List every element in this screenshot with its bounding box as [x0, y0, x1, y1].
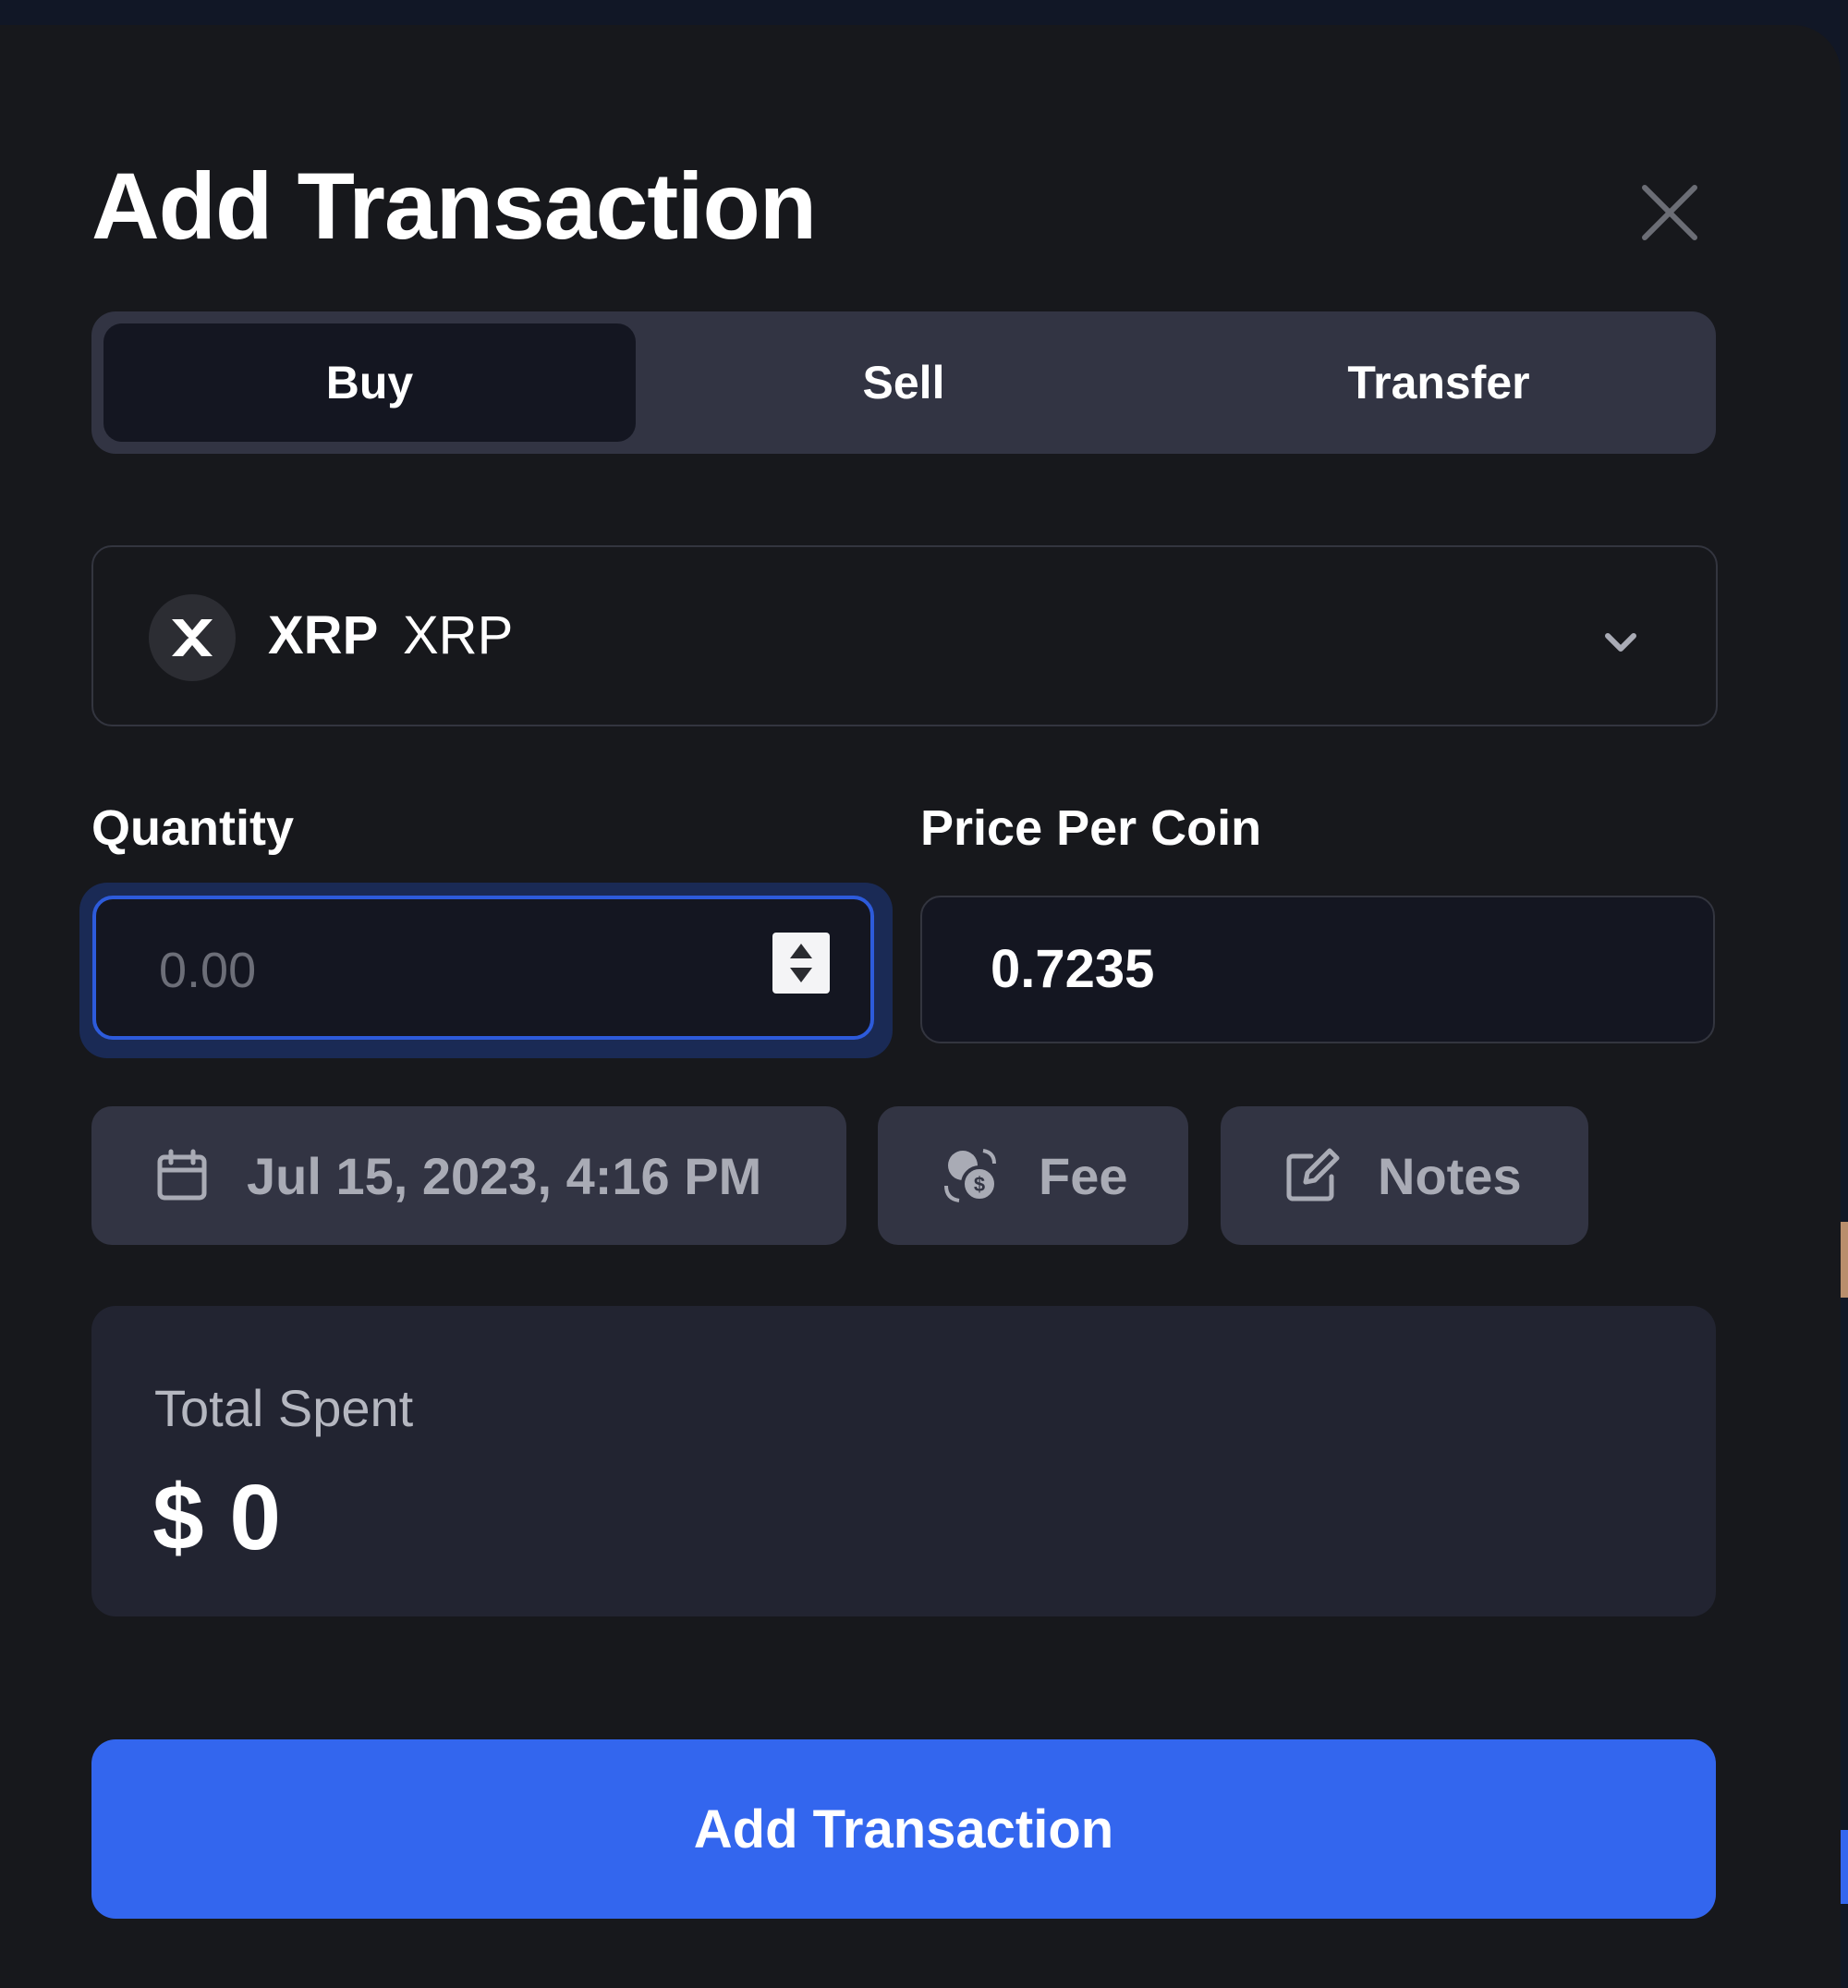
coin-select-dropdown[interactable]: XRP XRP — [91, 545, 1718, 726]
fee-button[interactable]: $ Fee — [878, 1106, 1188, 1245]
chevron-down-icon — [1605, 633, 1636, 652]
close-button[interactable] — [1637, 180, 1702, 245]
price-per-coin-value: 0.7235 — [991, 939, 1155, 999]
modal-title: Add Transaction — [91, 153, 817, 259]
close-icon — [1642, 185, 1697, 240]
stepper-arrows-icon — [790, 944, 812, 982]
quantity-stepper[interactable] — [772, 933, 830, 994]
add-transaction-button[interactable]: Add Transaction — [91, 1739, 1716, 1919]
quantity-label: Quantity — [91, 800, 295, 856]
coin-symbol: XRP — [268, 605, 379, 665]
fee-label: Fee — [1039, 1146, 1128, 1205]
price-per-coin-label: Price Per Coin — [920, 800, 1262, 856]
quantity-placeholder: 0.00 — [159, 943, 257, 998]
quantity-input[interactable]: 0.00 — [92, 896, 874, 1040]
total-spent-label: Total Spent — [154, 1379, 414, 1437]
date-label: Jul 15, 2023, 4:16 PM — [247, 1146, 762, 1205]
svg-text:$: $ — [974, 1173, 985, 1196]
tab-transfer[interactable]: Transfer — [1173, 323, 1705, 442]
quantity-focus-ring: 0.00 — [79, 883, 893, 1058]
price-per-coin-input[interactable]: 0.7235 — [920, 896, 1715, 1043]
coin-name: XRP — [403, 605, 514, 665]
tab-sell[interactable]: Sell — [638, 323, 1170, 442]
notes-button[interactable]: Notes — [1221, 1106, 1588, 1245]
date-button[interactable]: Jul 15, 2023, 4:16 PM — [91, 1106, 846, 1245]
xrp-logo-icon — [149, 594, 236, 681]
coins-icon: $ — [944, 1149, 998, 1202]
total-spent-panel: Total Spent $ 0 — [91, 1306, 1716, 1616]
total-spent-value: $ 0 — [152, 1466, 282, 1569]
edit-icon — [1286, 1148, 1340, 1201]
tab-buy[interactable]: Buy — [103, 323, 636, 442]
calendar-icon — [157, 1149, 207, 1201]
add-transaction-modal: Add Transaction Buy Sell Transfer XRP XR… — [0, 25, 1841, 1988]
transaction-type-tabs: Buy Sell Transfer — [91, 311, 1716, 454]
notes-label: Notes — [1378, 1146, 1522, 1205]
